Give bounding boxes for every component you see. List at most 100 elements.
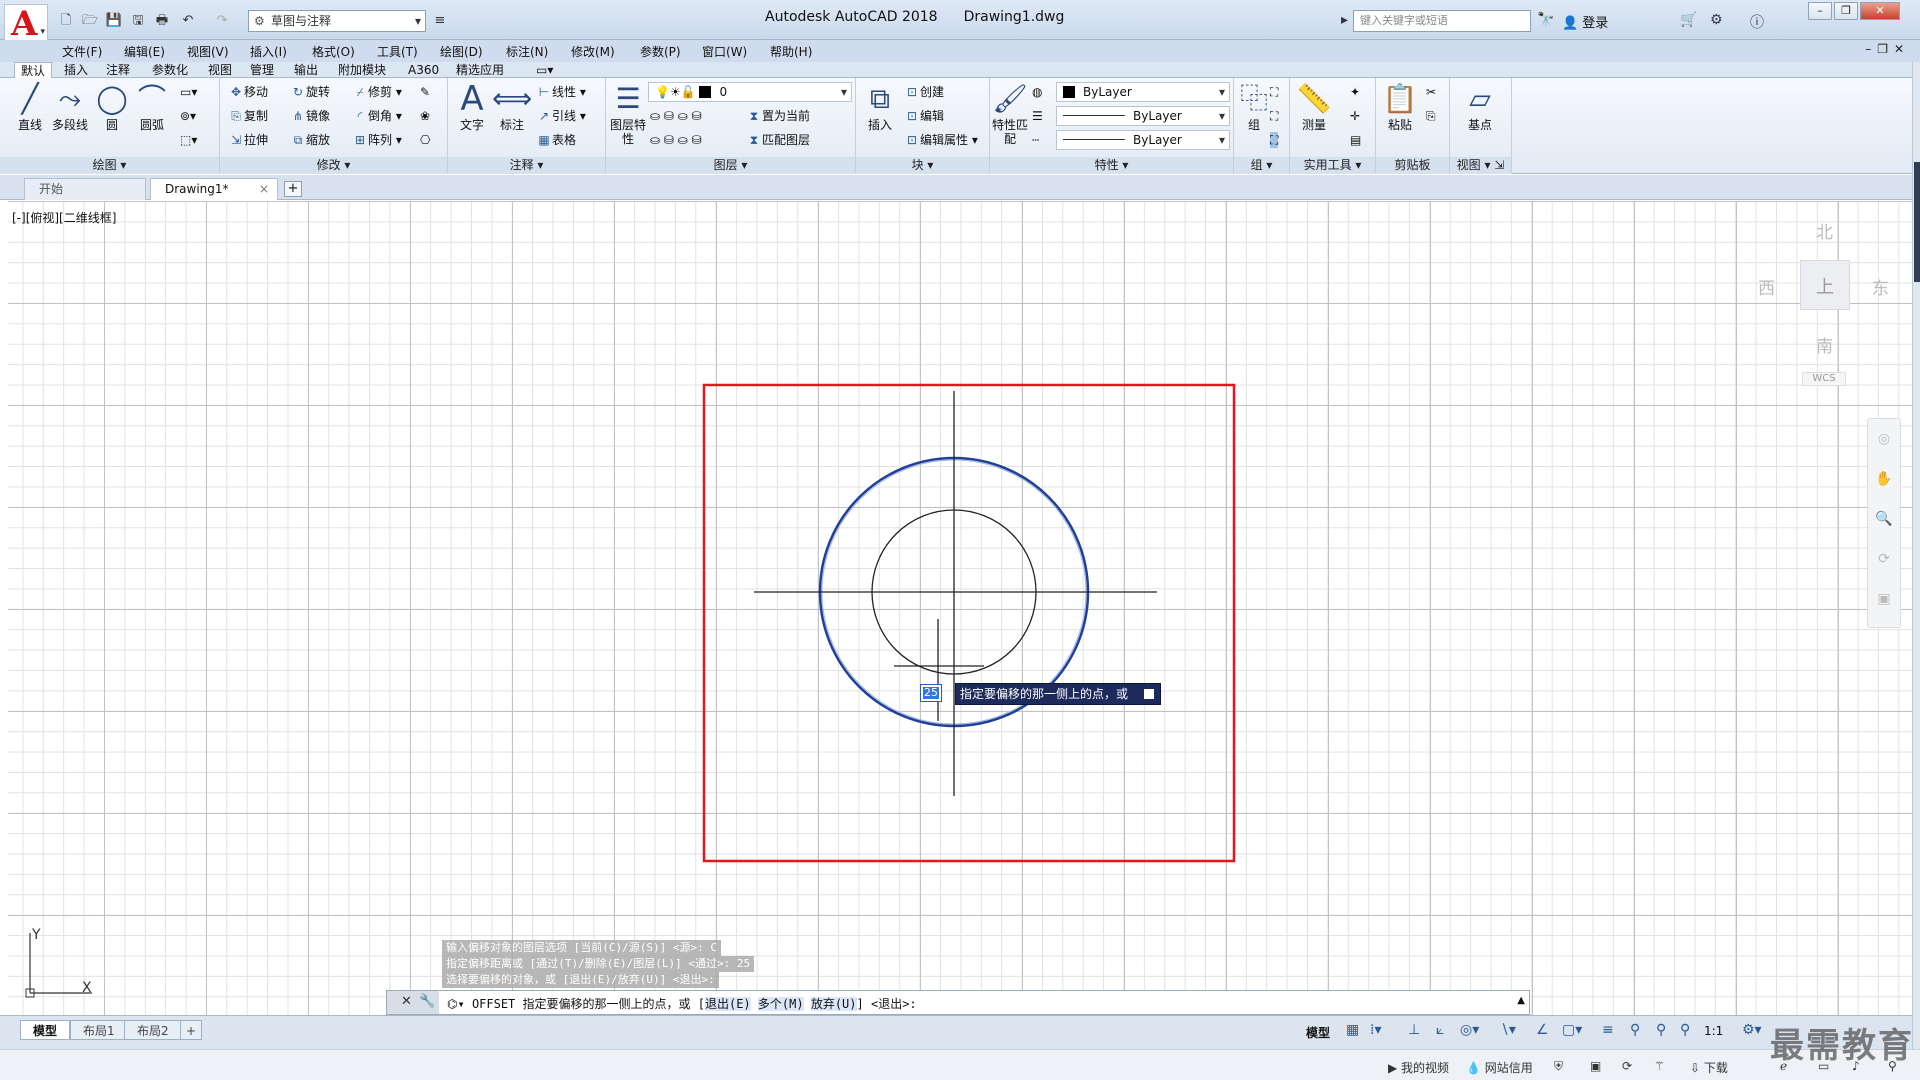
layout-tab-layout2[interactable]: 布局2 (124, 1020, 182, 1040)
dynamic-ucs-icon[interactable]: ∠ (1536, 1022, 1549, 1038)
zoom-icon[interactable]: 🔍 (1868, 499, 1900, 539)
tab-annotate[interactable]: 注释 (100, 62, 136, 78)
menu-insert[interactable]: 插入(I) (250, 43, 287, 60)
edit-attributes-button[interactable]: ⊡ 编辑属性 ▾ (904, 132, 978, 148)
hatch-icon[interactable]: ⊚▾ (180, 108, 196, 124)
measure-button[interactable]: 📏 测量 (1294, 80, 1334, 132)
menu-draw[interactable]: 绘图(D) (440, 43, 483, 60)
broom-icon[interactable]: ⚚ (1654, 1059, 1665, 1073)
showmotion-icon[interactable]: ▣ (1868, 579, 1900, 619)
web-credit-link[interactable]: 💧 网站信用 (1466, 1059, 1533, 1076)
panel-draw-title[interactable]: 绘图 ▾ (0, 157, 219, 174)
stretch-button[interactable]: ⇲ 拉伸 (228, 132, 268, 148)
polyline-button[interactable]: ⤳ 多段线 (50, 80, 90, 132)
make-current-button[interactable]: ⧗ 置为当前 (746, 108, 810, 124)
color-dropdown[interactable]: ByLayer (1056, 82, 1230, 102)
new-tab-button[interactable]: + (284, 181, 302, 197)
save-icon[interactable]: 💾 (104, 12, 124, 30)
viewcube-east[interactable]: 东 (1872, 274, 1889, 299)
panel-view-title[interactable]: 视图 ▾ ⇲ (1450, 157, 1511, 174)
annotation-scale-value[interactable]: 1:1 (1704, 1024, 1723, 1038)
match-layer-button[interactable]: ⧗ 匹配图层 (746, 132, 810, 148)
point-icon[interactable]: ✛ (1350, 108, 1360, 124)
fillet-button[interactable]: ◜ 倒角 ▾ (352, 108, 402, 124)
layer-dropdown[interactable]: 💡☀🔓 0 (648, 82, 852, 102)
group-select-icon[interactable]: ⛶ (1270, 132, 1279, 148)
linetype-icon[interactable]: ┄ (1032, 132, 1039, 148)
cut-icon[interactable]: ✂ (1426, 84, 1436, 100)
minimize-button[interactable]: – (1808, 2, 1832, 20)
close-tab-icon[interactable]: × (259, 179, 269, 199)
application-menu-button[interactable]: A ▾ (4, 4, 48, 43)
create-block-button[interactable]: ⊡ 创建 (904, 84, 944, 100)
linear-button[interactable]: ⊢ 线性 ▾ (536, 84, 586, 100)
tab-manage[interactable]: 管理 (244, 62, 280, 78)
tab-a360[interactable]: A360 (402, 62, 445, 78)
lineweight-toggle-icon[interactable]: ≡ (1602, 1022, 1614, 1038)
panel-block-title[interactable]: 块 ▾ (856, 157, 989, 174)
workspace-gear-icon[interactable]: ⚙▾ (1742, 1022, 1762, 1038)
ungroup-icon[interactable]: ⛶ (1270, 84, 1278, 100)
layout-tab-model[interactable]: 模型 (20, 1020, 71, 1040)
option-undo[interactable]: 放弃(U) (810, 997, 857, 1011)
copy-clip-icon[interactable]: ⎘ (1426, 108, 1436, 124)
my-video-link[interactable]: ▶ 我的视频 (1388, 1059, 1449, 1076)
download-link[interactable]: ⇩ 下载 (1690, 1059, 1728, 1076)
rectangle-icon[interactable]: ▭▾ (180, 84, 197, 100)
tab-addins[interactable]: 附加模块 (332, 62, 392, 78)
text-button[interactable]: A 文字 (452, 80, 492, 132)
layer-tools-row2[interactable]: ⛀ ⛁ ⛀ ⛁ (650, 132, 702, 148)
menu-format[interactable]: 格式(O) (312, 43, 355, 60)
mirror-button[interactable]: ⋔ 镜像 (290, 108, 330, 124)
menu-edit[interactable]: 编辑(E) (124, 43, 165, 60)
login-button[interactable]: 👤 登录 (1562, 12, 1608, 31)
layer-tools-row1[interactable]: ⛀ ⛁ ⛀ ⛁ (650, 108, 702, 124)
offset-icon[interactable]: ⎔ (420, 132, 430, 148)
table-button[interactable]: ▦ 表格 (536, 132, 576, 148)
panel-properties-title[interactable]: 特性 ▾ (990, 157, 1233, 174)
tab-view[interactable]: 视图 (202, 62, 238, 78)
help-icon[interactable]: ⓘ (1750, 12, 1764, 32)
status-model-space[interactable]: 模型 (1306, 1024, 1330, 1041)
layout-tab-layout1[interactable]: 布局1 (70, 1020, 128, 1040)
viewport-controls-label[interactable]: [-][俯视][二维线框] (12, 209, 116, 226)
osnap-icon[interactable]: ▢▾ (1562, 1022, 1582, 1038)
cart-icon[interactable]: 🛒 (1680, 12, 1697, 28)
trim-button[interactable]: ⌿ 修剪 ▾ (352, 84, 401, 100)
option-exit[interactable]: 退出(E) (704, 997, 751, 1011)
menu-tools[interactable]: 工具(T) (377, 43, 418, 60)
workspace-dropdown[interactable]: 草图与注释 (248, 10, 426, 32)
base-point-button[interactable]: ▱ 基点 (1460, 80, 1500, 132)
close-command-icon[interactable]: ✕ (401, 994, 412, 1009)
search-input[interactable]: 键入关键字或短语 (1353, 10, 1531, 32)
leader-button[interactable]: ↗ 引线 ▾ (536, 108, 586, 124)
menu-modify[interactable]: 修改(M) (571, 43, 615, 60)
redo-icon[interactable]: ↷ (212, 12, 232, 30)
menu-view[interactable]: 视图(V) (187, 43, 229, 60)
viewcube-west[interactable]: 西 (1758, 274, 1775, 299)
circle-button[interactable]: ◯ 圆 (92, 80, 132, 132)
auto-scale-icon[interactable]: ⚲ (1656, 1022, 1666, 1038)
explode-icon[interactable]: ❀ (420, 108, 430, 124)
binoculars-icon[interactable]: 🔭 (1537, 12, 1554, 28)
osnap-tracking-icon[interactable]: ◎▾ (1460, 1022, 1479, 1038)
arc-button[interactable]: ⌒ 圆弧 (132, 80, 172, 132)
edit-block-button[interactable]: ⊡ 编辑 (904, 108, 944, 124)
annotation-scale-icon[interactable]: ⚲ (1680, 1022, 1690, 1038)
tab-output[interactable]: 输出 (288, 62, 324, 78)
refresh-icon[interactable]: ⟳ (1622, 1059, 1632, 1073)
viewcube-south[interactable]: 南 (1816, 332, 1833, 357)
print-icon[interactable]: 🖶 (152, 12, 172, 30)
menu-dimension[interactable]: 标注(N) (506, 43, 548, 60)
option-multiple[interactable]: 多个(M) (757, 997, 804, 1011)
undo-icon[interactable]: ↶ (178, 12, 198, 30)
panel-annotation-title[interactable]: 注释 ▾ (448, 157, 605, 174)
tab-start[interactable]: 开始 (24, 178, 146, 200)
scale-button[interactable]: ⧉ 缩放 (290, 132, 330, 148)
lineweight-icon[interactable]: ☰ (1032, 108, 1043, 124)
close-button[interactable]: ✕ (1860, 2, 1900, 20)
insert-block-button[interactable]: ⧉ 插入 (860, 80, 900, 132)
ribbon-toggle-icon[interactable]: ▭▾ (530, 62, 559, 78)
tab-default[interactable]: 默认 (14, 62, 53, 78)
move-button[interactable]: ✥ 移动 (228, 84, 268, 100)
